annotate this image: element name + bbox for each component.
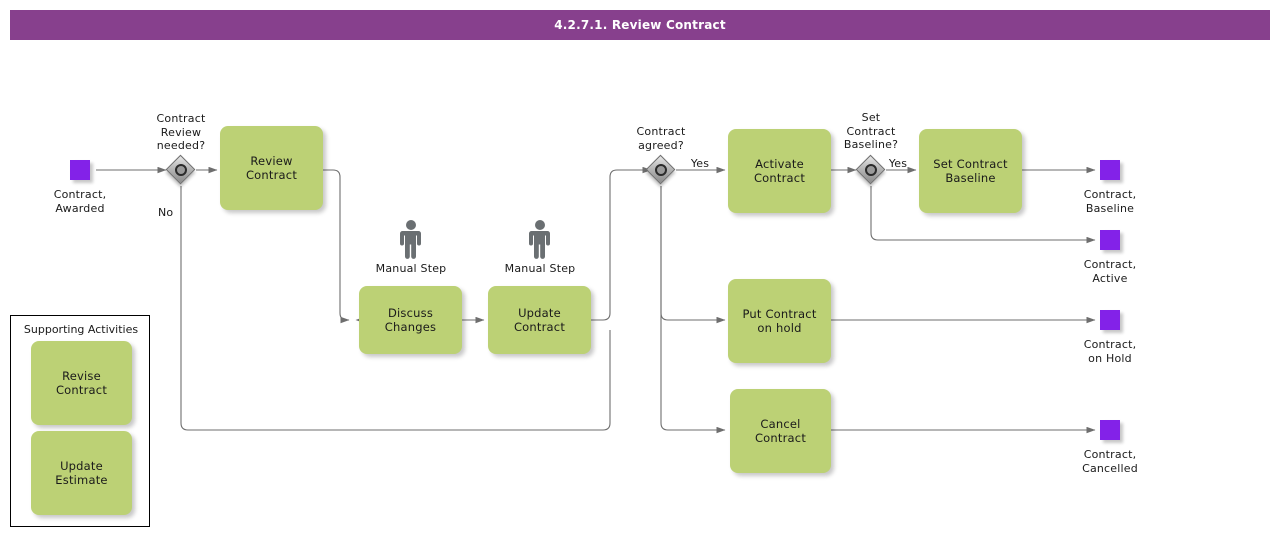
task-update-contract-label: Update Contract [513, 306, 566, 334]
manual-step-person-icon [398, 219, 424, 259]
end-event-contract-cancelled[interactable] [1100, 420, 1120, 440]
end-event-contract-baseline-label: Contract, Baseline [1083, 188, 1137, 215]
task-discuss-changes[interactable]: Discuss Changes [359, 286, 462, 354]
flow-label-contract-agreed-yes: Yes [690, 157, 710, 170]
task-discuss-changes-label: Discuss Changes [384, 306, 437, 334]
end-event-contract-on-hold-label: Contract, on Hold [1083, 338, 1137, 365]
task-revise-contract-label: Revise Contract [55, 369, 108, 397]
task-review-contract[interactable]: Review Contract [220, 126, 323, 210]
gateway-set-contract-baseline-label: Set Contract Baseline? [843, 111, 899, 151]
gateway-contract-review-needed[interactable] [165, 154, 196, 185]
task-cancel-contract-label: Cancel Contract [754, 417, 807, 445]
gateway-contract-agreed[interactable] [645, 154, 676, 185]
gateway-ring-icon [865, 164, 877, 176]
manual-step-label-update-contract: Manual Step [504, 262, 576, 275]
start-event-contract-awarded[interactable] [70, 160, 90, 180]
gateway-contract-review-needed-label: Contract Review needed? [156, 112, 206, 152]
task-update-contract[interactable]: Update Contract [488, 286, 591, 354]
task-set-contract-baseline[interactable]: Set Contract Baseline [919, 129, 1022, 213]
task-put-contract-on-hold-label: Put Contract on hold [742, 307, 817, 335]
task-update-estimate[interactable]: Update Estimate [31, 431, 132, 515]
manual-step-label-discuss-changes: Manual Step [375, 262, 447, 275]
process-diagram: Contract, Awarded Contract Review needed… [0, 0, 1280, 540]
task-put-contract-on-hold[interactable]: Put Contract on hold [728, 279, 831, 363]
gateway-contract-agreed-label: Contract agreed? [636, 125, 686, 152]
start-event-contract-awarded-label: Contract, Awarded [53, 188, 107, 215]
gateway-ring-icon [655, 164, 667, 176]
task-set-contract-baseline-label: Set Contract Baseline [933, 157, 1008, 185]
gateway-ring-icon [175, 164, 187, 176]
end-event-contract-cancelled-label: Contract, Cancelled [1082, 448, 1138, 475]
supporting-activities-title: Supporting Activities [23, 323, 139, 336]
task-cancel-contract[interactable]: Cancel Contract [730, 389, 831, 473]
end-event-contract-active-label: Contract, Active [1083, 258, 1137, 285]
task-revise-contract[interactable]: Revise Contract [31, 341, 132, 425]
manual-step-person-icon [527, 219, 553, 259]
end-event-contract-active[interactable] [1100, 230, 1120, 250]
end-event-contract-on-hold[interactable] [1100, 310, 1120, 330]
task-activate-contract[interactable]: Activate Contract [728, 129, 831, 213]
task-activate-contract-label: Activate Contract [753, 157, 806, 185]
flow-label-set-baseline-yes: Yes [888, 157, 908, 170]
task-update-estimate-label: Update Estimate [55, 459, 108, 487]
supporting-activities-group: Supporting Activities Revise Contract Up… [10, 315, 150, 527]
task-review-contract-label: Review Contract [245, 154, 298, 182]
flow-label-review-needed-no: No [158, 206, 174, 219]
end-event-contract-baseline[interactable] [1100, 160, 1120, 180]
